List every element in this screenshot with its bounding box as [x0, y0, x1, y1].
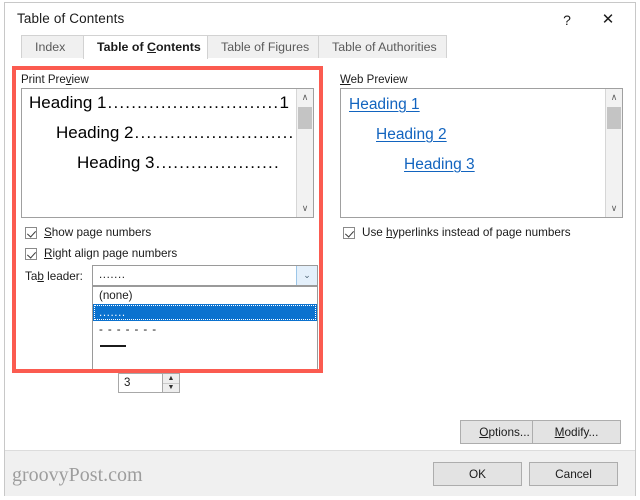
tab-table-of-contents[interactable]: Table of Contents [83, 35, 208, 59]
checkbox-right-align-page-numbers-label: Right align page numbers [44, 247, 178, 260]
print-preview-entry: Heading 2 ........................... 3 [29, 123, 296, 143]
dialog-body: Print Preview Heading 1 ................… [5, 58, 635, 450]
web-preview-scrollbar[interactable]: ∧ ∨ [605, 89, 622, 217]
scroll-up-icon[interactable]: ∧ [297, 89, 313, 106]
dropdown-item-none[interactable]: (none) [93, 287, 317, 304]
web-preview-label: Web Preview [340, 74, 408, 86]
show-levels-value[interactable]: 3 [124, 374, 130, 392]
dropdown-item-dots[interactable]: ....... [93, 304, 317, 321]
close-icon[interactable]: ✕ [595, 9, 621, 31]
print-preview-entry: Heading 3 ..................... 5 [29, 153, 296, 173]
print-preview-entry-leader: ........................... [134, 123, 295, 142]
checkbox-right-align-page-numbers[interactable]: Right align page numbers [25, 247, 177, 260]
print-preview-scrollbar[interactable]: ∧ ∨ [296, 89, 313, 217]
web-preview-box: Heading 1 Heading 2 Heading 3 ∧ ∨ [340, 88, 623, 218]
scroll-down-icon[interactable]: ∨ [297, 200, 313, 217]
print-preview-box: Heading 1 ..............................… [21, 88, 314, 218]
help-icon[interactable]: ? [554, 9, 580, 31]
cancel-button[interactable]: Cancel [529, 462, 618, 486]
print-preview-entry: Heading 1 ..............................… [29, 93, 289, 113]
tab-table-of-authorities[interactable]: Table of Authorities [318, 35, 447, 59]
web-preview-entry[interactable]: Heading 2 [376, 126, 447, 144]
print-preview-entry-page: 1 [279, 93, 289, 112]
checkbox-use-hyperlinks[interactable]: Use hyperlinks instead of page numbers [343, 226, 571, 239]
tab-leader-dropdown-list[interactable]: (none) ....... - - - - - - - [92, 286, 318, 370]
solid-line-icon [100, 345, 126, 347]
tab-index[interactable]: Index [21, 35, 84, 59]
dropdown-item-dashes[interactable]: - - - - - - - [93, 321, 317, 338]
title-bar: Table of Contents ? ✕ [5, 3, 635, 35]
scrollbar-thumb[interactable] [607, 107, 621, 129]
print-preview-label: Print Preview [21, 74, 89, 86]
tab-table-of-figures[interactable]: Table of Figures [207, 35, 319, 59]
tab-leader-value: ....... [99, 269, 126, 281]
spinner-down-icon[interactable]: ▼ [163, 383, 179, 392]
scrollbar-thumb[interactable] [298, 107, 312, 129]
print-preview-content: Heading 1 ..............................… [22, 89, 296, 217]
print-preview-entry-leader: ............................... [107, 93, 279, 112]
tab-strip: Index Table of Contents Table of Figures… [5, 35, 635, 59]
ok-button[interactable]: OK [433, 462, 522, 486]
spinner-buttons[interactable]: ▲ ▼ [162, 374, 179, 392]
print-preview-entry-text: Heading 1 [29, 93, 107, 112]
dialog-window: Table of Contents ? ✕ Index Table of Con… [0, 0, 640, 500]
web-preview-content: Heading 1 Heading 2 Heading 3 [341, 89, 605, 217]
print-preview-entry-leader: ..................... [155, 153, 280, 172]
chevron-down-icon[interactable]: ⌄ [296, 266, 317, 285]
show-levels-spinner[interactable]: 3 ▲ ▼ [118, 373, 180, 393]
print-preview-entry-text: Heading 3 [77, 153, 155, 172]
print-preview-entry-text: Heading 2 [56, 123, 134, 142]
web-preview-entry[interactable]: Heading 3 [404, 156, 475, 174]
scroll-up-icon[interactable]: ∧ [606, 89, 622, 106]
tab-table-of-contents-label: Table of Contents [97, 40, 201, 54]
checkbox-show-page-numbers[interactable]: Show page numbers [25, 226, 151, 239]
modify-button[interactable]: Modify... [532, 420, 621, 444]
scroll-down-icon[interactable]: ∨ [606, 200, 622, 217]
tab-leader-label: Tab leader: [25, 270, 83, 283]
dropdown-item-solid-rule[interactable] [93, 338, 317, 356]
checkbox-indicator[interactable] [343, 226, 355, 239]
watermark: groovyPost.com [12, 464, 143, 486]
checkbox-show-page-numbers-label: Show page numbers [44, 226, 152, 239]
checkbox-indicator[interactable] [25, 247, 37, 260]
web-preview-entry[interactable]: Heading 1 [349, 96, 420, 114]
checkbox-use-hyperlinks-label: Use hyperlinks instead of page numbers [362, 226, 571, 239]
checkbox-indicator[interactable] [25, 226, 37, 239]
tab-leader-combobox[interactable]: ....... ⌄ [92, 265, 318, 286]
window-title: Table of Contents [17, 11, 125, 26]
